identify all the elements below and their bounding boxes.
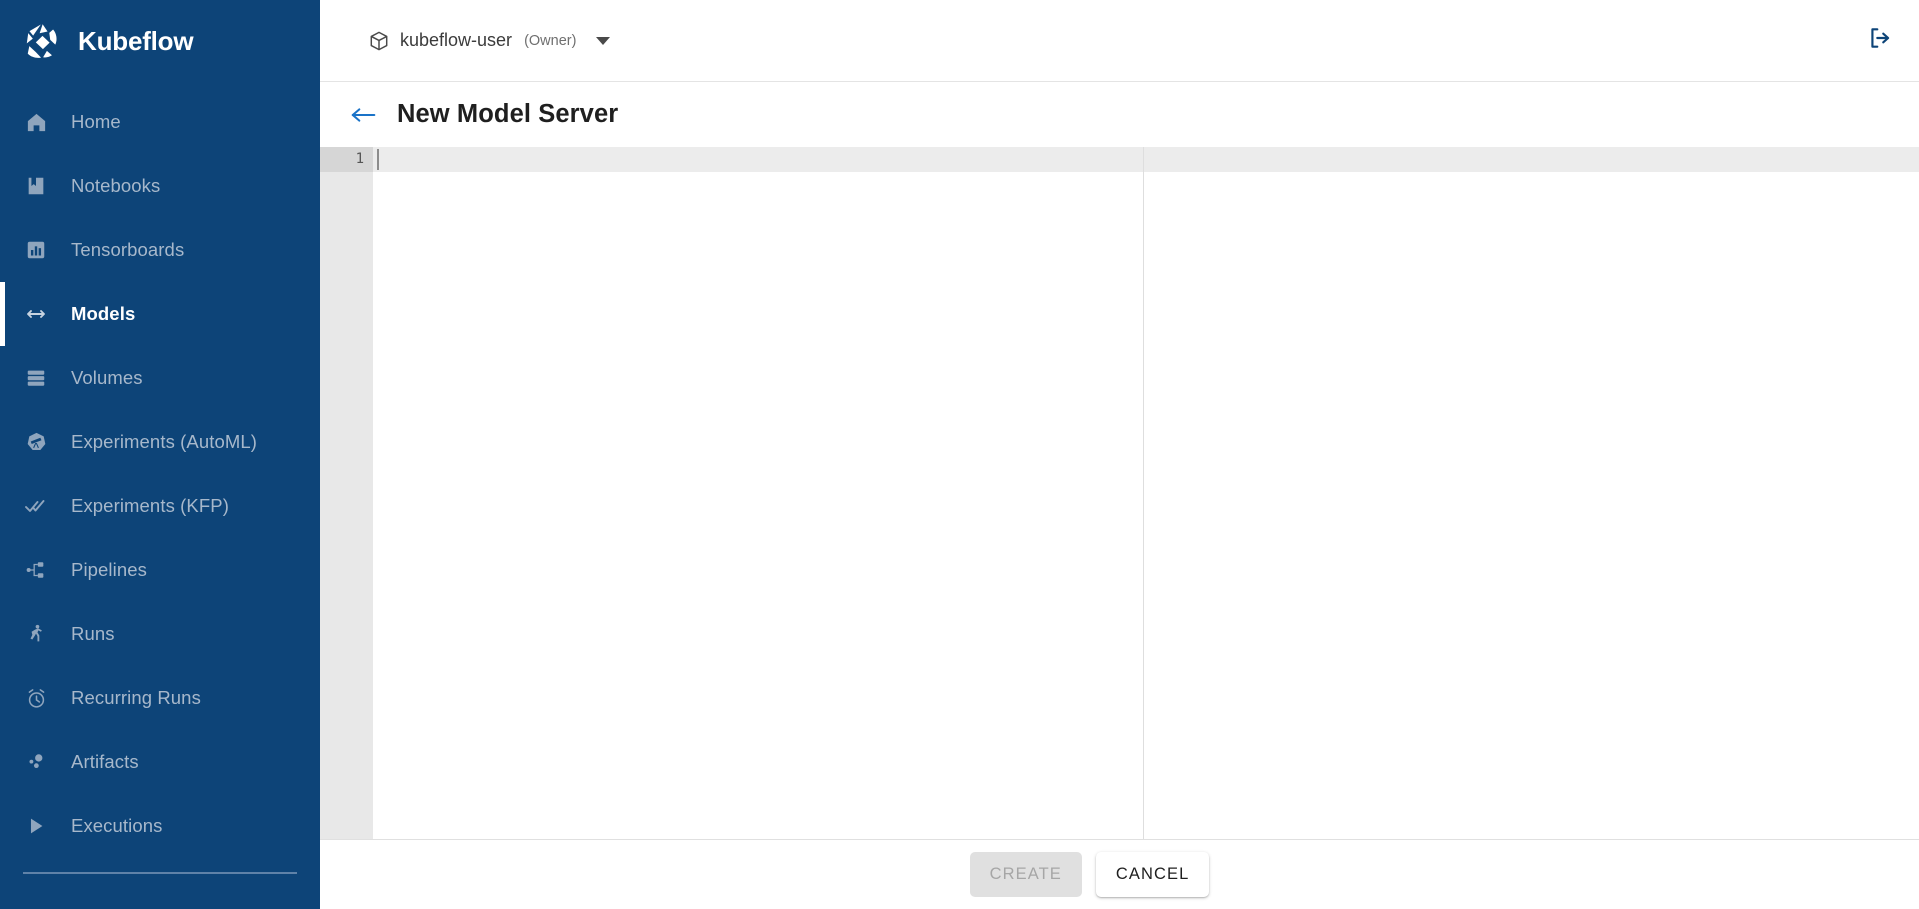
runner-icon [23,621,49,647]
sidebar-item-label: Runs [71,623,115,644]
play-triangle-icon [23,813,49,839]
sidebar-item-label: Executions [71,815,163,836]
sidebar-item-volumes[interactable]: Volumes [0,346,320,410]
yaml-editor[interactable]: 1 [320,147,1919,840]
sidebar-item-label: Experiments (AutoML) [71,431,258,452]
telescope-icon [23,429,49,455]
sidebar-item-experiments-kfp[interactable]: Experiments (KFP) [0,474,320,538]
sidebar-divider [23,872,297,874]
sidebar-nav: Home Notebooks Tensorboards Models Volum… [0,82,320,858]
double-arrow-icon [23,301,49,327]
page-title: New Model Server [397,100,619,128]
sidebar-item-label: Experiments (KFP) [71,495,229,516]
namespace-selector[interactable]: kubeflow-user (Owner) [320,30,611,52]
chevron-down-icon [596,36,611,45]
namespace-role: (Owner) [524,32,577,49]
editor-active-line [373,147,1919,172]
editor-code-area[interactable] [373,147,1919,839]
editor-line-number: 1 [355,151,364,167]
brand-name: Kubeflow [78,25,194,56]
brand[interactable]: Kubeflow [0,0,320,82]
notebook-icon [23,173,49,199]
sidebar-item-label: Notebooks [71,175,161,196]
pipeline-icon [23,557,49,583]
sidebar-item-label: Models [71,303,136,324]
alarm-clock-icon [23,685,49,711]
sidebar-item-experiments-automl[interactable]: Experiments (AutoML) [0,410,320,474]
main-content: kubeflow-user (Owner) New Model Server 1 [320,0,1919,909]
sidebar-item-home[interactable]: Home [0,90,320,154]
sidebar-item-artifacts[interactable]: Artifacts [0,730,320,794]
kubeflow-logo-icon [23,22,61,60]
sidebar-item-notebooks[interactable]: Notebooks [0,154,320,218]
bar-chart-icon [23,237,49,263]
create-button[interactable]: CREATE [969,852,1082,897]
cube-package-icon [368,30,390,52]
sidebar-item-label: Recurring Runs [71,687,201,708]
page-header: New Model Server [320,82,1919,147]
namespace-name: kubeflow-user [400,30,513,50]
form-actions: CREATE CANCEL [320,840,1919,909]
sidebar-item-label: Artifacts [71,751,139,772]
logout-icon [1867,25,1893,56]
editor-print-margin [1143,147,1144,839]
storage-icon [23,365,49,391]
back-arrow-icon[interactable] [349,102,381,128]
artifact-dots-icon [23,749,49,775]
app-root: Kubeflow Home Notebooks Tensorboards Mod… [0,0,1919,909]
sidebar: Kubeflow Home Notebooks Tensorboards Mod… [0,0,320,909]
sidebar-item-label: Pipelines [71,559,147,580]
sidebar-item-models[interactable]: Models [0,282,320,346]
sidebar-item-label: Tensorboards [71,239,185,260]
topbar: kubeflow-user (Owner) [320,0,1919,82]
editor-gutter: 1 [320,147,373,839]
cancel-button[interactable]: CANCEL [1095,852,1210,897]
sidebar-item-recurring-runs[interactable]: Recurring Runs [0,666,320,730]
sidebar-item-executions[interactable]: Executions [0,794,320,858]
sidebar-item-label: Home [71,111,121,132]
sidebar-item-pipelines[interactable]: Pipelines [0,538,320,602]
editor-cursor [377,149,379,170]
sidebar-item-label: Volumes [71,367,143,388]
sidebar-item-runs[interactable]: Runs [0,602,320,666]
sidebar-item-tensorboards[interactable]: Tensorboards [0,218,320,282]
logout-button[interactable] [1863,24,1897,58]
home-icon [23,109,49,135]
double-check-icon [23,493,49,519]
